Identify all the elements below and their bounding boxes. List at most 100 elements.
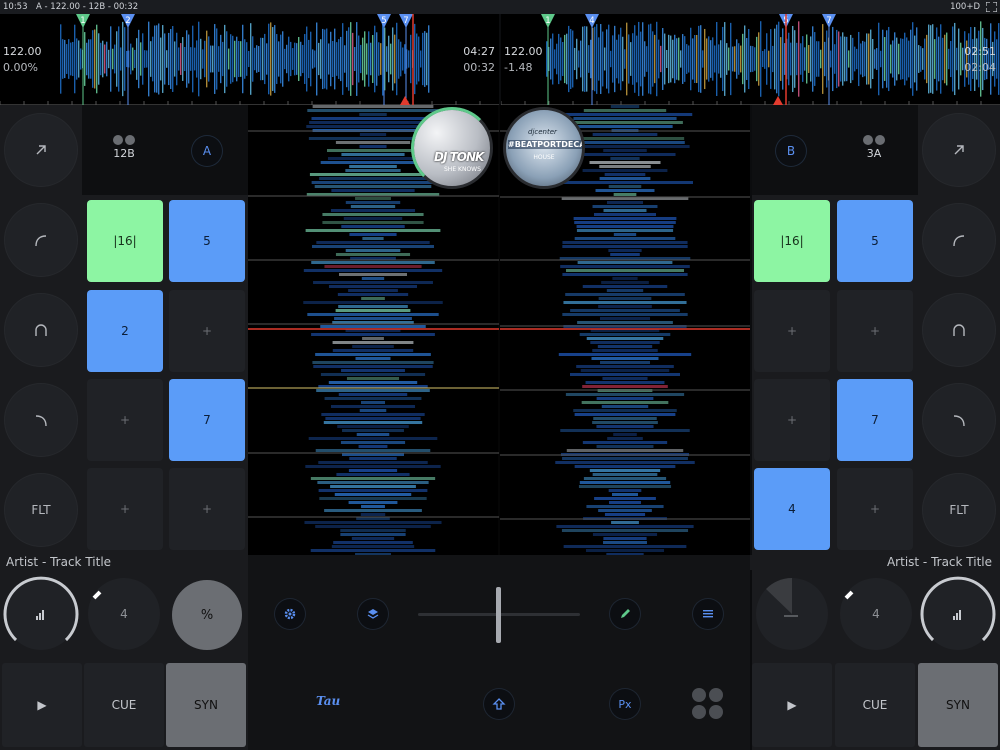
loop-size-b: 4 xyxy=(872,607,880,621)
deck-a-total-time: 04:27 xyxy=(463,45,495,58)
hpf-icon xyxy=(953,235,965,247)
lpf-icon xyxy=(953,415,965,427)
pad-grid-b: |16| 5 + + + 7 4 + xyxy=(752,195,918,555)
gear-icon xyxy=(284,608,296,620)
pad-b-3[interactable]: + xyxy=(754,290,830,372)
fx-bpf-button-left[interactable] xyxy=(4,293,78,367)
pad-b-6[interactable]: 7 xyxy=(837,379,913,461)
clock: 10:53 xyxy=(3,2,28,12)
volume-knob-a[interactable] xyxy=(0,570,82,660)
layers-button[interactable] xyxy=(358,599,388,629)
deck-b-key-label: 3A xyxy=(866,147,882,160)
svg-text:1: 1 xyxy=(545,16,550,26)
fx-filter-button-right[interactable]: FLT xyxy=(922,473,996,547)
fx-bpf-button-right[interactable] xyxy=(922,293,996,367)
arrow-icon xyxy=(36,145,46,155)
pad-a-6[interactable]: 7 xyxy=(169,379,245,461)
pad-b-4[interactable]: + xyxy=(837,290,913,372)
deck-a-elapsed-time: 00:32 xyxy=(463,61,495,74)
shift-button[interactable] xyxy=(484,689,514,719)
list-button[interactable] xyxy=(693,599,723,629)
bpf-icon xyxy=(35,324,47,336)
svg-text:4: 4 xyxy=(589,16,594,26)
transport-deck-a: 4 % ▶ CUE SYN xyxy=(0,570,248,750)
deck-b-elapsed-time: 02:04 xyxy=(964,61,996,74)
center-visualizer[interactable]: DJ TONK SHE KNOWS djcenter #BEATPORTDECA… xyxy=(248,105,750,555)
pad-b-7[interactable]: 4 xyxy=(754,468,830,550)
list-icon xyxy=(703,610,713,618)
fx-arrow-button-left[interactable] xyxy=(4,113,78,187)
deck-a-track-title: Artist - Track Title xyxy=(0,555,248,570)
fx-column-left: FLT xyxy=(0,105,82,555)
pad-b-8[interactable]: + xyxy=(837,468,913,550)
loop-size-a: 4 xyxy=(120,607,128,621)
sync-button-b[interactable]: SYN xyxy=(918,663,998,747)
pad-a-8[interactable]: + xyxy=(169,468,245,550)
loop-knob-b[interactable]: 4 xyxy=(836,570,918,660)
cue-button-b[interactable]: CUE xyxy=(835,663,915,747)
pitch-range-button-a[interactable]: % xyxy=(172,580,242,650)
pad-a-1[interactable]: |16| xyxy=(87,200,163,282)
pad-a-4[interactable]: + xyxy=(169,290,245,372)
brand-logo[interactable]: Tau xyxy=(316,694,340,708)
deck-b-key[interactable]: 3A xyxy=(854,135,894,160)
cover-b-line2: #BEATPORTDECADE xyxy=(508,140,585,149)
battery-indicator: 100+D xyxy=(950,2,980,12)
fullscreen-icon[interactable] xyxy=(986,2,997,12)
edit-button[interactable] xyxy=(610,599,640,629)
fx-filter-button-left[interactable]: FLT xyxy=(4,473,78,547)
cover-b-line1: djcenter xyxy=(528,128,557,136)
waveform-deck-b[interactable]: 1457 122.00 -1.48 02:51 02:04 xyxy=(501,14,1000,105)
pad-b-5[interactable]: + xyxy=(754,379,830,461)
key-dots-icon xyxy=(854,135,894,145)
svg-text:7: 7 xyxy=(403,16,408,26)
pencil-icon xyxy=(621,609,630,618)
lpf-icon xyxy=(35,415,47,427)
play-button-b[interactable]: ▶ xyxy=(752,663,832,747)
deck-b-total-time: 02:51 xyxy=(964,45,996,58)
transport-deck-b: 4 ▶ CUE SYN xyxy=(752,570,1000,750)
pad-a-5[interactable]: + xyxy=(87,379,163,461)
pad-b-2[interactable]: 5 xyxy=(837,200,913,282)
fx-column-right: FLT xyxy=(918,105,1000,555)
arrow-icon xyxy=(954,145,964,155)
deck-b-badge[interactable]: B xyxy=(776,136,806,166)
svg-text:7: 7 xyxy=(826,16,831,26)
loop-knob-a[interactable]: 4 xyxy=(84,570,166,660)
play-button-a[interactable]: ▶ xyxy=(2,663,82,747)
crossfader-handle[interactable] xyxy=(496,587,501,643)
status-bar: 10:53 A - 122.00 - 12B - 00:32 100+D xyxy=(0,0,1000,14)
fx-lpf-button-right[interactable] xyxy=(922,383,996,457)
settings-button[interactable] xyxy=(275,599,305,629)
fx-arrow-button-right[interactable] xyxy=(922,113,996,187)
hpf-icon xyxy=(35,235,47,247)
vertical-waveforms xyxy=(248,105,750,555)
pad-a-3[interactable]: 2 xyxy=(87,290,163,372)
cue-button-a[interactable]: CUE xyxy=(84,663,164,747)
fx-hpf-button-right[interactable] xyxy=(922,203,996,277)
key-dots-icon xyxy=(104,135,144,145)
pad-b-1[interactable]: |16| xyxy=(754,200,830,282)
grid-icon[interactable] xyxy=(692,688,724,720)
deck-a-badge[interactable]: A xyxy=(192,136,222,166)
pad-grid-a: |16| 5 2 + + 7 + + xyxy=(82,195,248,555)
deck-a-bpm: 122.00 xyxy=(3,45,42,58)
sync-button-a[interactable]: SYN xyxy=(166,663,246,747)
deck-a-key[interactable]: 12B xyxy=(104,135,144,160)
deck-b-cover-art[interactable]: djcenter #BEATPORTDECADE HOUSE xyxy=(503,107,585,189)
px-button[interactable]: Px xyxy=(610,689,640,719)
pad-a-2[interactable]: 5 xyxy=(169,200,245,282)
volume-knob-b[interactable] xyxy=(918,570,1000,660)
deck-b-track-title: Artist - Track Title xyxy=(750,555,1000,570)
svg-text:5: 5 xyxy=(381,16,386,26)
pitch-knob-b[interactable] xyxy=(752,570,834,660)
waveform-deck-a[interactable]: 1 2 5 7 122.00 0.00% 04:27 00:32 xyxy=(0,14,499,105)
cover-b-line3: HOUSE xyxy=(533,154,555,161)
layers-icon xyxy=(367,609,379,619)
fx-lpf-button-left[interactable] xyxy=(4,383,78,457)
shift-icon xyxy=(492,698,506,710)
pad-a-7[interactable]: + xyxy=(87,468,163,550)
bpf-icon xyxy=(953,324,965,336)
fx-hpf-button-left[interactable] xyxy=(4,203,78,277)
deck-a-progress-ring xyxy=(411,107,493,189)
